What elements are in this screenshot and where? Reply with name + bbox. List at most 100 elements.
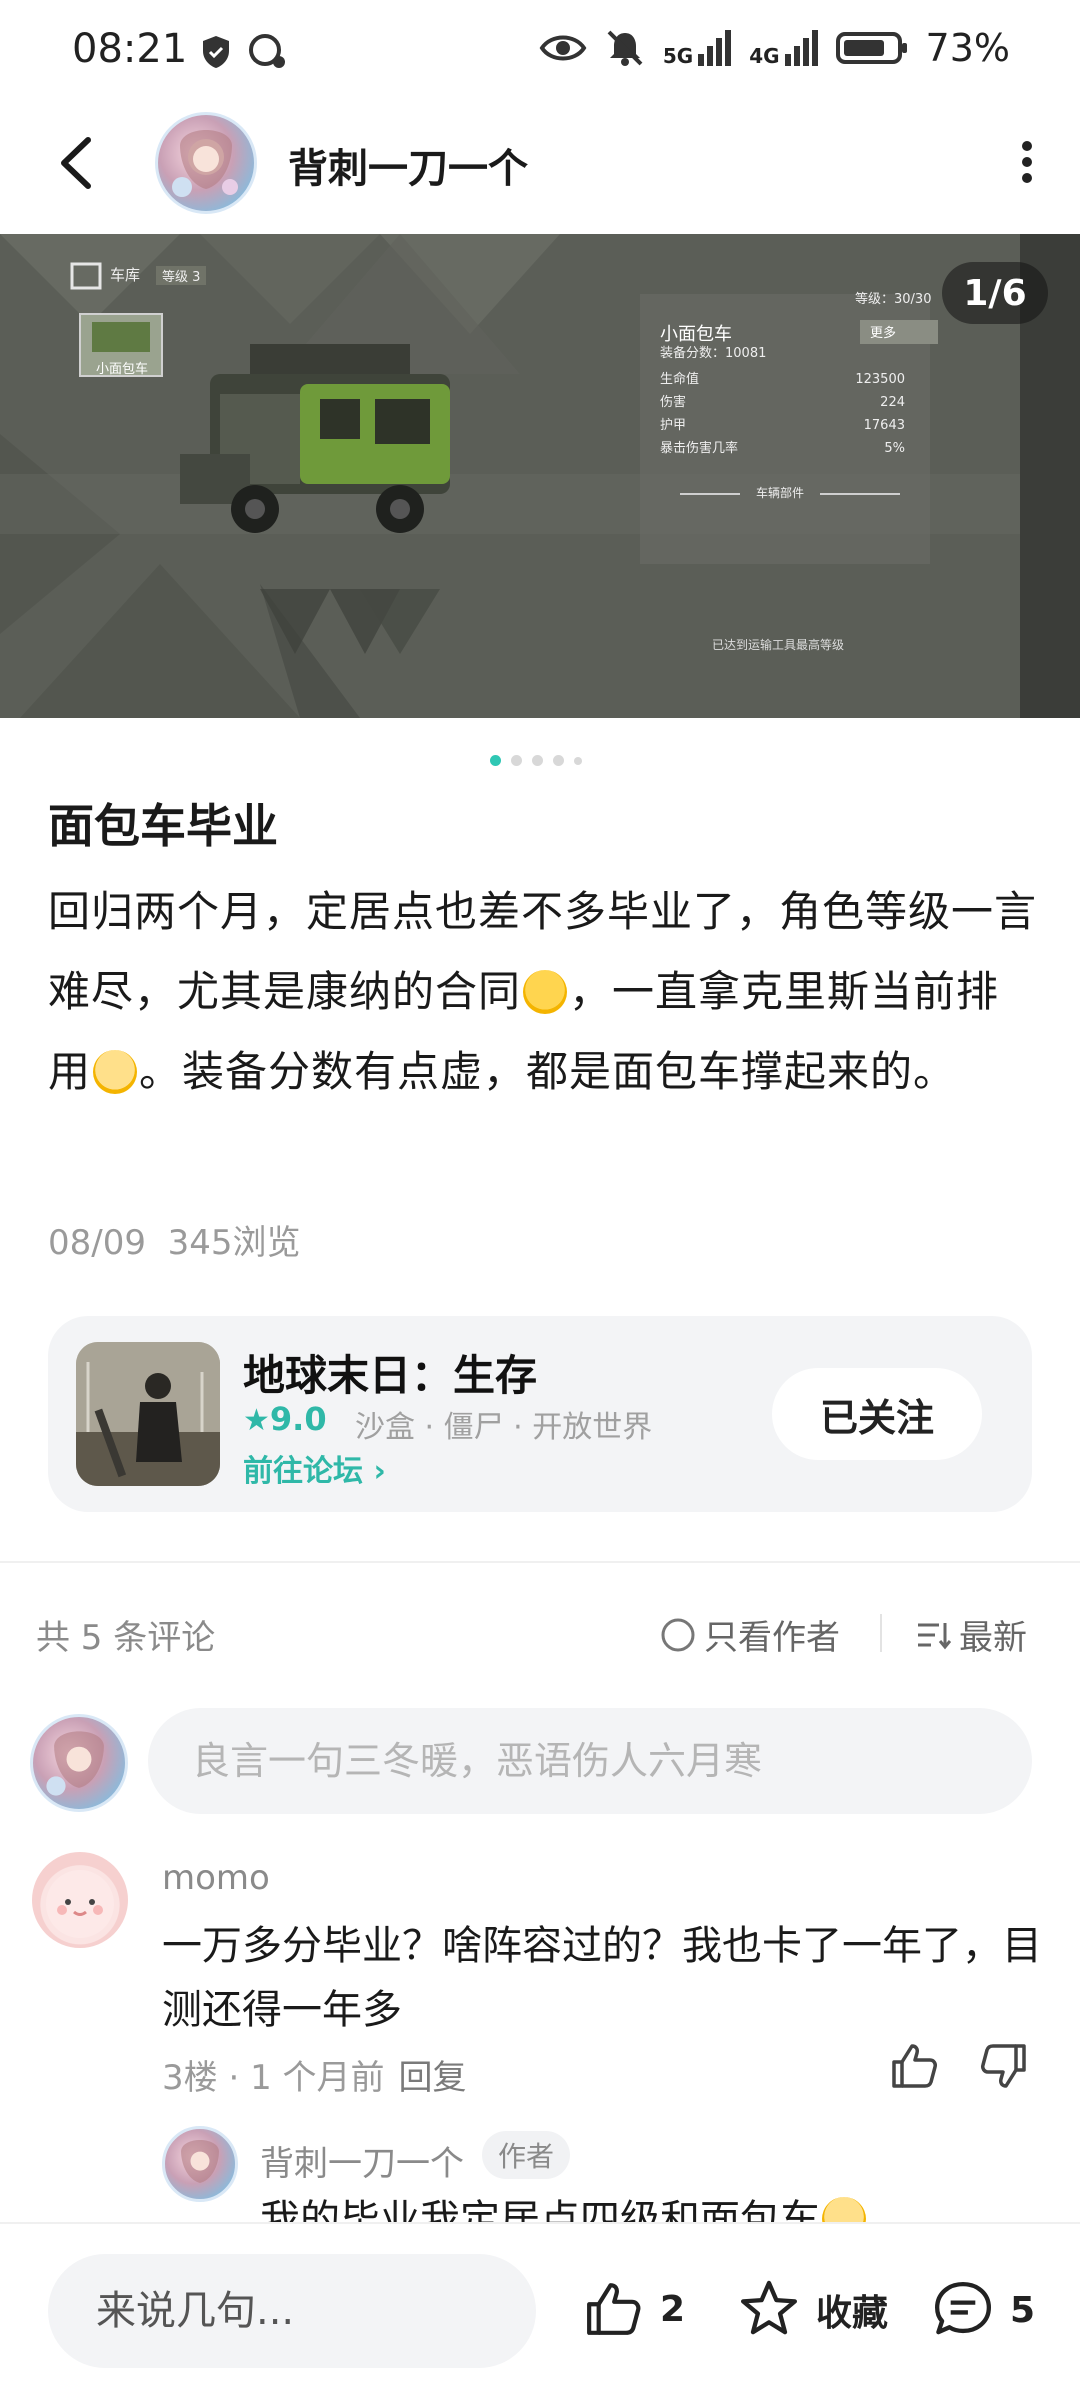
quick-comment-input[interactable] (48, 2254, 536, 2368)
reply-author-avatar[interactable] (162, 2126, 238, 2202)
smug-emoji-icon (93, 1050, 138, 1094)
bell-off-icon (605, 28, 645, 68)
follow-button[interactable]: 已关注 (772, 1368, 982, 1460)
like-button[interactable]: 2 (580, 2278, 685, 2340)
more-vertical-icon (1022, 141, 1032, 183)
sort-newest-button[interactable]: 最新 (915, 1610, 1027, 1659)
comments-count: 共 5 条评论 (36, 1618, 216, 1658)
gear-score-label: 装备分数： (660, 346, 726, 361)
network-5g-label: 5G (662, 44, 694, 68)
more-options-button[interactable] (1002, 132, 1052, 192)
sort-icon (918, 1622, 951, 1649)
star-icon: ★ (243, 1403, 270, 1438)
gear-score-value: 10081 (725, 346, 767, 361)
only-author-toggle[interactable]: 只看作者 (660, 1610, 840, 1659)
game-rating-value: 9.0 (269, 1400, 327, 1438)
status-right: 5G 4G 73% (539, 26, 1010, 70)
carousel-dot (511, 755, 522, 766)
stat-label: 伤害 (660, 395, 687, 410)
post-title: 面包车毕业 (48, 799, 278, 853)
post-views: 345浏览 (167, 1223, 301, 1263)
chat-bubble-icon (245, 32, 289, 72)
comment-bubble-icon (935, 2282, 991, 2335)
stat-label: 生命值 (660, 372, 700, 387)
favorite-label[interactable]: 收藏 (816, 2284, 888, 2336)
post-body-text: 。装备分数有点虚，都是面包车撑起来的。 (139, 1047, 957, 1096)
comment-text: 一万多分毕业？啥阵容过的？我也卡了一年了，目测还得一年多 (162, 1923, 1042, 2033)
stat-row: 伤害 224 (660, 391, 905, 414)
battery-percent: 73% (925, 26, 1010, 70)
eye-icon (539, 31, 587, 65)
author-badge: 作者 (482, 2131, 571, 2179)
thumb-label: 小面包车 (96, 362, 149, 377)
stat-value: 224 (880, 395, 905, 410)
status-time: 08:21 (72, 26, 188, 72)
comments-button[interactable]: 5 (930, 2278, 1035, 2342)
commenter-avatar[interactable] (32, 1852, 128, 1948)
forum-link-label[interactable]: 前往论坛 (243, 1454, 363, 1489)
comment-meta: 3楼 · 1 个月前 回复 (162, 2058, 467, 2098)
sort-label[interactable]: 最新 (959, 1610, 1027, 1659)
garage-label: 车库 (110, 266, 141, 284)
stat-value: 123500 (855, 372, 905, 387)
carousel-dot-active (490, 755, 501, 766)
parts-label: 车辆部件 (756, 486, 805, 500)
star-outline-icon (741, 2280, 797, 2335)
only-author-label[interactable]: 只看作者 (704, 1610, 840, 1659)
favorite-button[interactable]: 收藏 (736, 2278, 888, 2342)
commenter-name[interactable]: momo (162, 1858, 270, 1898)
back-button[interactable] (48, 128, 108, 198)
game-name[interactable]: 地球末日：生存 (243, 1342, 537, 1403)
chevron-left-icon (61, 137, 91, 189)
thumbs-up-icon (587, 2283, 641, 2335)
forum-link[interactable]: 前往论坛 › (243, 1446, 386, 1490)
garage-level: 等级 3 (156, 266, 207, 285)
like-count[interactable]: 2 (660, 2289, 685, 2330)
stat-row: 生命值 123500 (660, 368, 905, 391)
carousel-dot (532, 755, 543, 766)
section-divider (0, 1561, 1080, 1563)
author-avatar[interactable] (155, 112, 257, 214)
shield-icon (200, 34, 232, 70)
stat-value: 17643 (863, 418, 905, 433)
more-label: 更多 (870, 326, 897, 341)
post-body: 回归两个月，定居点也差不多毕业了，角色等级一言难尽，尤其是康纳的合同 ，一直拿克里… (48, 872, 1038, 1112)
author-name[interactable]: 背刺一刀一个 (288, 136, 528, 194)
comment-floor: 3楼 (162, 2058, 218, 2098)
thumbs-up-icon[interactable] (888, 2040, 940, 2092)
battery-icon (835, 30, 908, 66)
game-icon[interactable] (76, 1342, 220, 1486)
vehicle-level: 等级：30/30 (855, 292, 932, 307)
image-counter: 1/6 (942, 262, 1048, 324)
stat-value: 5% (884, 441, 905, 456)
header-separator (880, 1614, 882, 1652)
post-meta: 08/09 345浏览 (48, 1215, 301, 1264)
signal-icon: 5G (662, 30, 732, 68)
gear-score-row: 装备分数：10081 (660, 342, 766, 361)
thumbs-down-icon[interactable] (978, 2040, 1030, 2092)
chevron-right-icon: › (373, 1454, 386, 1489)
stat-row: 护甲 17643 (660, 414, 905, 437)
post-date: 08/09 (48, 1223, 146, 1263)
reply-button[interactable]: 回复 (399, 2058, 467, 2098)
crying-emoji-icon (523, 970, 568, 1014)
network-4g-label: 4G (749, 44, 780, 68)
max-level-note: 已达到运输工具最高等级 (712, 638, 845, 652)
comment-time: 1 个月前 (250, 2058, 385, 2098)
carousel-dot (553, 755, 564, 766)
current-user-avatar (30, 1714, 128, 1812)
status-bar: 08:21 5G 4G 73% (0, 0, 1080, 100)
post-image[interactable]: 车库 等级 3 小面包车 等级：30/30 小面包车 更多 装备分数：10081… (0, 234, 1080, 718)
reply-author-name[interactable]: 背刺一刀一个 (260, 2136, 464, 2185)
stat-label: 护甲 (660, 418, 687, 433)
radio-circle-icon (661, 1618, 695, 1651)
game-rating: ★9.0 (243, 1400, 327, 1438)
stat-row: 暴击伤害几率 5% (660, 437, 905, 460)
comment-count[interactable]: 5 (1010, 2290, 1035, 2331)
comment-input[interactable] (148, 1708, 1032, 1814)
game-tags: 沙盒 · 僵尸 · 开放世界 (355, 1410, 653, 1445)
signal-4g-icon: 4G (749, 30, 818, 68)
stat-label: 暴击伤害几率 (660, 441, 739, 456)
carousel-dot (574, 756, 582, 765)
stats-list: 生命值 123500 伤害 224 护甲 17643 暴击伤害几率 5% (660, 368, 905, 460)
